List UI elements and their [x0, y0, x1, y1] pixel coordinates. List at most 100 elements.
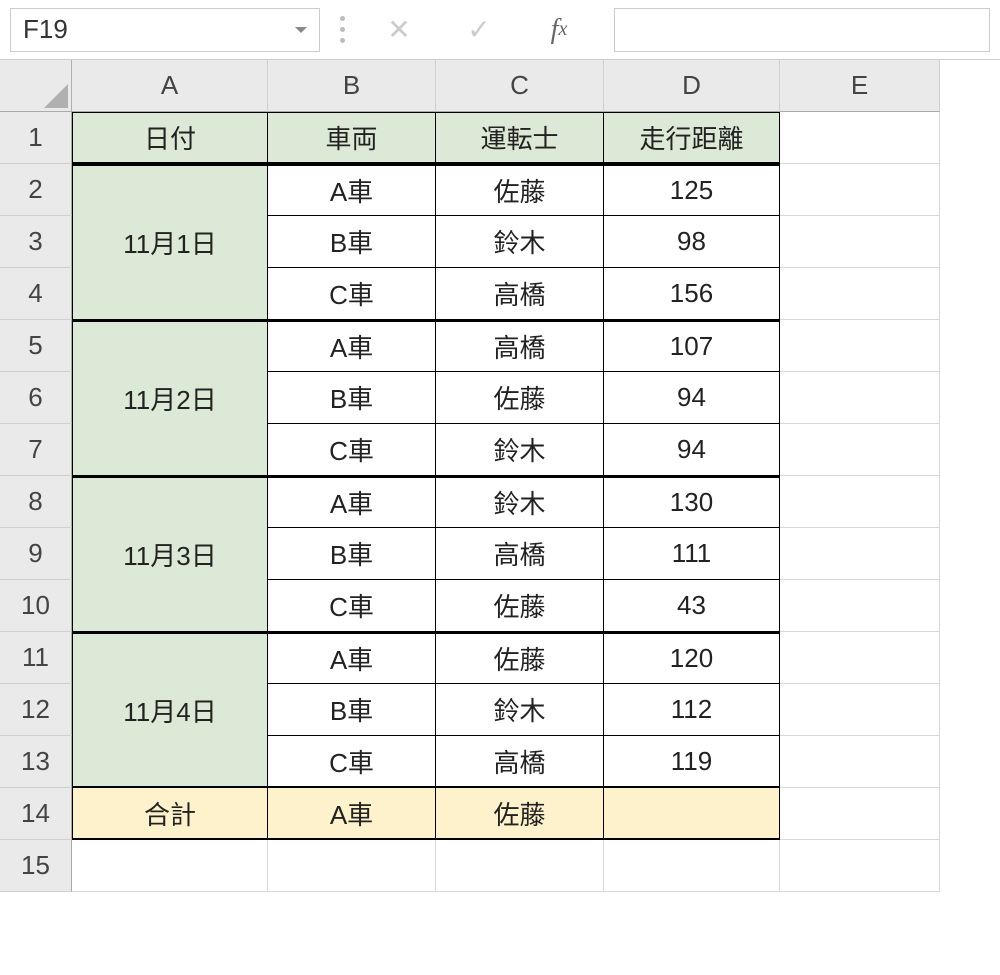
row-header-11[interactable]: 11 [0, 632, 72, 684]
cell-A2[interactable] [72, 164, 268, 216]
cell-E13[interactable] [780, 736, 940, 788]
cell-C5[interactable]: 高橋 [436, 320, 604, 372]
row-header-6[interactable]: 6 [0, 372, 72, 424]
cell-A5[interactable] [72, 320, 268, 372]
cell-C10[interactable]: 佐藤 [436, 580, 604, 632]
cell-B3[interactable]: B車 [268, 216, 436, 268]
col-header-E[interactable]: E [780, 60, 940, 112]
col-header-C[interactable]: C [436, 60, 604, 112]
cell-B5[interactable]: A車 [268, 320, 436, 372]
cell-D5[interactable]: 107 [604, 320, 780, 372]
row-header-4[interactable]: 4 [0, 268, 72, 320]
cell-B14[interactable]: A車 [268, 788, 436, 840]
fx-icon[interactable]: fx [524, 8, 594, 52]
cell-E6[interactable] [780, 372, 940, 424]
cell-A7[interactable] [72, 424, 268, 476]
cell-D15[interactable] [604, 840, 780, 892]
col-header-A[interactable]: A [72, 60, 268, 112]
cell-D2[interactable]: 125 [604, 164, 780, 216]
cell-D9[interactable]: 111 [604, 528, 780, 580]
cell-D6[interactable]: 94 [604, 372, 780, 424]
cell-B13[interactable]: C車 [268, 736, 436, 788]
cell-D10[interactable]: 43 [604, 580, 780, 632]
row-header-3[interactable]: 3 [0, 216, 72, 268]
row-header-10[interactable]: 10 [0, 580, 72, 632]
row-header-2[interactable]: 2 [0, 164, 72, 216]
cell-B11[interactable]: A車 [268, 632, 436, 684]
cell-D1[interactable]: 走行距離 [604, 112, 780, 164]
cell-C6[interactable]: 佐藤 [436, 372, 604, 424]
row-header-7[interactable]: 7 [0, 424, 72, 476]
cell-C15[interactable] [436, 840, 604, 892]
cancel-icon[interactable]: ✕ [364, 8, 434, 52]
cell-E3[interactable] [780, 216, 940, 268]
cell-B2[interactable]: A車 [268, 164, 436, 216]
cell-D13[interactable]: 119 [604, 736, 780, 788]
cell-D8[interactable]: 130 [604, 476, 780, 528]
row-header-1[interactable]: 1 [0, 112, 72, 164]
cell-C7[interactable]: 鈴木 [436, 424, 604, 476]
cell-B15[interactable] [268, 840, 436, 892]
cell-E9[interactable] [780, 528, 940, 580]
col-header-D[interactable]: D [604, 60, 780, 112]
cell-C13[interactable]: 高橋 [436, 736, 604, 788]
cell-D7[interactable]: 94 [604, 424, 780, 476]
cell-E2[interactable] [780, 164, 940, 216]
cell-C11[interactable]: 佐藤 [436, 632, 604, 684]
cell-A14[interactable]: 合計 [72, 788, 268, 840]
chevron-down-icon[interactable] [295, 27, 307, 33]
row-header-15[interactable]: 15 [0, 840, 72, 892]
cell-A13[interactable] [72, 736, 268, 788]
row-header-9[interactable]: 9 [0, 528, 72, 580]
row-header-14[interactable]: 14 [0, 788, 72, 840]
cell-B10[interactable]: C車 [268, 580, 436, 632]
row-header-5[interactable]: 5 [0, 320, 72, 372]
formula-input[interactable] [614, 8, 990, 52]
cell-C1[interactable]: 運転士 [436, 112, 604, 164]
cell-B12[interactable]: B車 [268, 684, 436, 736]
cell-E1[interactable] [780, 112, 940, 164]
cell-A11[interactable] [72, 632, 268, 684]
name-box[interactable]: F19 [10, 8, 320, 52]
cell-C9[interactable]: 高橋 [436, 528, 604, 580]
cell-A12[interactable]: 11月4日 [72, 684, 268, 736]
cell-C8[interactable]: 鈴木 [436, 476, 604, 528]
cell-D14[interactable] [604, 788, 780, 840]
cell-B7[interactable]: C車 [268, 424, 436, 476]
cell-E14[interactable] [780, 788, 940, 840]
cell-B4[interactable]: C車 [268, 268, 436, 320]
row-header-13[interactable]: 13 [0, 736, 72, 788]
cell-A6[interactable]: 11月2日 [72, 372, 268, 424]
cell-A9[interactable]: 11月3日 [72, 528, 268, 580]
cell-D12[interactable]: 112 [604, 684, 780, 736]
cell-A3[interactable]: 11月1日 [72, 216, 268, 268]
cell-B9[interactable]: B車 [268, 528, 436, 580]
cell-D3[interactable]: 98 [604, 216, 780, 268]
cell-A4[interactable] [72, 268, 268, 320]
cell-C14[interactable]: 佐藤 [436, 788, 604, 840]
cell-D4[interactable]: 156 [604, 268, 780, 320]
cell-E15[interactable] [780, 840, 940, 892]
cell-E7[interactable] [780, 424, 940, 476]
cell-A10[interactable] [72, 580, 268, 632]
cell-A1[interactable]: 日付 [72, 112, 268, 164]
cell-C4[interactable]: 高橋 [436, 268, 604, 320]
cell-E12[interactable] [780, 684, 940, 736]
cell-B6[interactable]: B車 [268, 372, 436, 424]
cell-D11[interactable]: 120 [604, 632, 780, 684]
cell-E5[interactable] [780, 320, 940, 372]
cell-B8[interactable]: A車 [268, 476, 436, 528]
cell-A15[interactable] [72, 840, 268, 892]
cell-E11[interactable] [780, 632, 940, 684]
row-header-12[interactable]: 12 [0, 684, 72, 736]
cell-C2[interactable]: 佐藤 [436, 164, 604, 216]
cell-C12[interactable]: 鈴木 [436, 684, 604, 736]
row-header-8[interactable]: 8 [0, 476, 72, 528]
cell-C3[interactable]: 鈴木 [436, 216, 604, 268]
cell-E4[interactable] [780, 268, 940, 320]
col-header-B[interactable]: B [268, 60, 436, 112]
select-all-corner[interactable] [0, 60, 72, 112]
cell-B1[interactable]: 車両 [268, 112, 436, 164]
cell-A8[interactable] [72, 476, 268, 528]
enter-icon[interactable]: ✓ [444, 8, 514, 52]
